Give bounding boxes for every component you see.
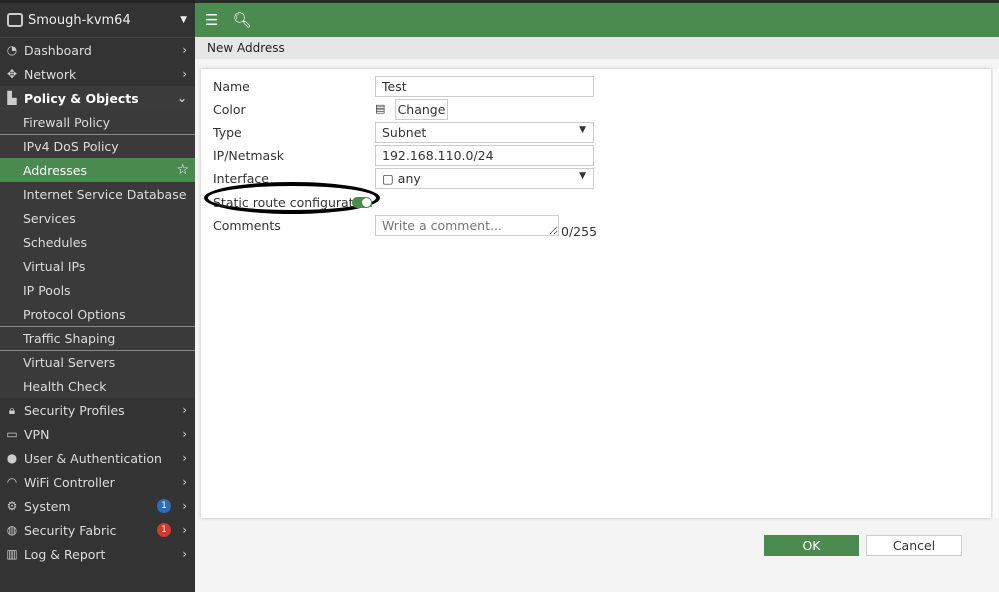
label: Security Profiles bbox=[24, 402, 125, 418]
sidebar-item-wifi[interactable]: ◠ WiFi Controller › bbox=[0, 470, 195, 494]
type-label: Type bbox=[213, 125, 242, 140]
network-icon: ✥ bbox=[6, 67, 18, 81]
user-icon: ● bbox=[6, 451, 18, 465]
dashboard-icon: ◔ bbox=[6, 43, 18, 57]
star-icon[interactable]: ☆ bbox=[176, 162, 189, 178]
sidebar-item-network[interactable]: ✥ Network › bbox=[0, 62, 195, 86]
wifi-icon: ◠ bbox=[6, 475, 18, 489]
label: WiFi Controller bbox=[24, 474, 115, 490]
label: VPN bbox=[24, 426, 50, 442]
chevron-right-icon: › bbox=[182, 427, 187, 441]
page-title: New Address bbox=[195, 37, 999, 59]
sidebar-item-user-auth[interactable]: ● User & Authentication › bbox=[0, 446, 195, 470]
sidebar-sub-virtual-ips[interactable]: Virtual IPs bbox=[0, 254, 195, 278]
chevron-right-icon: › bbox=[182, 499, 187, 513]
type-select[interactable]: Subnet ▼ bbox=[375, 122, 594, 143]
sidebar-item-policy-objects[interactable]: ▙ Policy & Objects ⌄ bbox=[0, 86, 195, 110]
fabric-icon: ◍ bbox=[6, 523, 18, 537]
color-swatch-icon: ▤ bbox=[375, 102, 386, 115]
label: System bbox=[24, 498, 71, 514]
chevron-right-icon: › bbox=[182, 451, 187, 465]
name-input[interactable]: Test bbox=[375, 76, 594, 97]
sidebar: Smough-kvm64 ▼ ◔ Dashboard › ✥ Network › ▙ Pol… bbox=[0, 0, 195, 592]
ip-label: IP/Netmask bbox=[213, 148, 284, 163]
interface-select[interactable]: ▢ any ▼ bbox=[375, 168, 594, 189]
comment-counter: 0/255 bbox=[561, 224, 598, 239]
value: Subnet bbox=[382, 125, 427, 140]
sidebar-item-security-fabric[interactable]: ◍ Security Fabric 1 › bbox=[0, 518, 195, 542]
comments-input[interactable] bbox=[375, 215, 559, 236]
interface-icon: ▢ bbox=[382, 171, 398, 186]
sidebar-sub-traffic-shaping[interactable]: Traffic Shaping bbox=[0, 326, 195, 350]
menu-icon[interactable]: ☰ bbox=[205, 11, 218, 29]
top-bar: ☰ 🔍︎ bbox=[195, 0, 999, 37]
search-icon[interactable]: 🔍︎ bbox=[232, 11, 251, 29]
sidebar-item-system[interactable]: ⚙ System 1 › bbox=[0, 494, 195, 518]
side-panel-edge bbox=[993, 69, 999, 518]
label: User & Authentication bbox=[24, 450, 162, 466]
chevron-right-icon: › bbox=[182, 475, 187, 489]
label: Dashboard bbox=[24, 42, 92, 58]
value: any bbox=[397, 171, 421, 186]
dropdown-icon: ▼ bbox=[579, 125, 586, 135]
device-selector[interactable]: Smough-kvm64 ▼ bbox=[0, 3, 195, 38]
sidebar-sub-firewall-policy[interactable]: Firewall Policy bbox=[0, 110, 195, 134]
new-address-form: Name Test Color ▤ Change Type Subnet ▼ IP… bbox=[201, 69, 991, 518]
badge: 1 bbox=[157, 499, 171, 513]
color-label: Color bbox=[213, 102, 246, 117]
chevron-right-icon: › bbox=[182, 523, 187, 537]
gear-icon: ⚙ bbox=[6, 499, 18, 513]
policy-icon: ▙ bbox=[7, 91, 17, 105]
label: Network bbox=[24, 66, 77, 82]
label: Log & Report bbox=[24, 546, 106, 562]
sidebar-sub-health-check[interactable]: Health Check bbox=[0, 374, 195, 398]
name-label: Name bbox=[213, 79, 250, 94]
device-name: Smough-kvm64 bbox=[28, 12, 131, 28]
device-icon bbox=[7, 13, 23, 27]
sidebar-sub-addresses[interactable]: Addresses ☆ bbox=[0, 158, 195, 182]
sidebar-sub-ip-pools[interactable]: IP Pools bbox=[0, 278, 195, 302]
chart-icon: ▥ bbox=[6, 547, 18, 561]
sidebar-item-vpn[interactable]: ▭ VPN › bbox=[0, 422, 195, 446]
chevron-right-icon: › bbox=[182, 43, 187, 57]
change-color-button[interactable]: Change bbox=[395, 99, 448, 120]
label: Policy & Objects bbox=[24, 90, 139, 106]
badge: 1 bbox=[157, 523, 171, 537]
lock-icon: 🔒︎ bbox=[8, 402, 16, 417]
sidebar-item-dashboard[interactable]: ◔ Dashboard › bbox=[0, 38, 195, 62]
chevron-right-icon: › bbox=[182, 67, 187, 81]
sidebar-sub-virtual-servers[interactable]: Virtual Servers bbox=[0, 350, 195, 374]
label: Addresses bbox=[23, 162, 87, 178]
ip-input[interactable]: 192.168.110.0/24 bbox=[375, 145, 594, 166]
chevron-right-icon: › bbox=[182, 403, 187, 417]
sidebar-sub-dos-policy[interactable]: IPv4 DoS Policy bbox=[0, 134, 195, 158]
laptop-icon: ▭ bbox=[6, 427, 18, 441]
static-route-label: Static route configuration bbox=[213, 195, 373, 210]
sidebar-item-log-report[interactable]: ▥ Log & Report › bbox=[0, 542, 195, 566]
caret-down-icon: ▼ bbox=[180, 15, 187, 25]
sidebar-item-security-profiles[interactable]: 🔒︎ Security Profiles › bbox=[0, 398, 195, 422]
label: Security Fabric bbox=[24, 522, 117, 538]
sidebar-sub-services[interactable]: Services bbox=[0, 206, 195, 230]
comments-label: Comments bbox=[213, 218, 281, 233]
static-route-toggle[interactable] bbox=[352, 197, 372, 208]
sidebar-sub-protocol-options[interactable]: Protocol Options bbox=[0, 302, 195, 326]
chevron-down-icon: ⌄ bbox=[176, 91, 187, 105]
sidebar-sub-isdb[interactable]: Internet Service Database bbox=[0, 182, 195, 206]
dropdown-icon: ▼ bbox=[579, 171, 586, 181]
ok-button[interactable]: OK bbox=[764, 535, 859, 556]
chevron-right-icon: › bbox=[182, 547, 187, 561]
sidebar-sub-schedules[interactable]: Schedules bbox=[0, 230, 195, 254]
cancel-button[interactable]: Cancel bbox=[866, 535, 962, 556]
